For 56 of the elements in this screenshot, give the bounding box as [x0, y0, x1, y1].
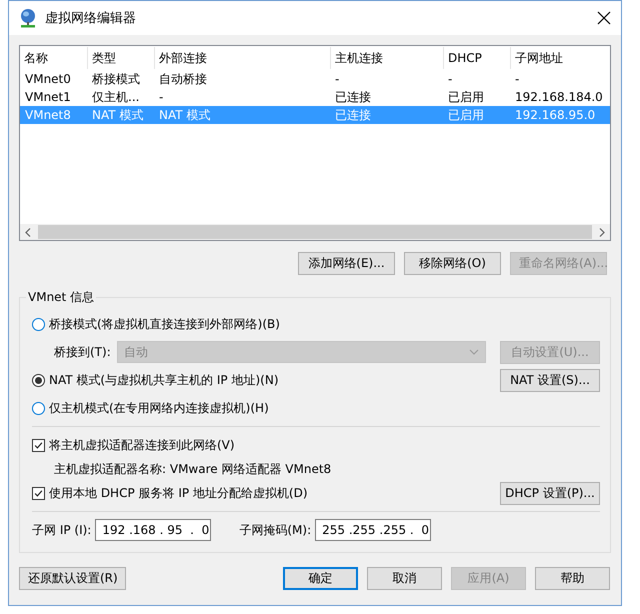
- table-cell-text: 桥接模式: [92, 70, 141, 88]
- table-cell-text: -: [159, 90, 164, 104]
- nat-settings-button[interactable]: NAT 设置(S)...: [500, 368, 600, 392]
- checkbox[interactable]: [32, 438, 45, 452]
- window-title: 虚拟网络编辑器: [45, 10, 137, 27]
- dialog-button[interactable]: 取消: [367, 567, 442, 590]
- table-cell-text: -: [335, 72, 340, 86]
- table-cell-text: 192.168.184.0: [515, 90, 604, 104]
- checkbox-label[interactable]: 使用本地 DHCP 服务将 IP 地址分配给虚拟机(D): [49, 484, 308, 502]
- checkbox[interactable]: [32, 486, 45, 500]
- table-cell-text: -: [448, 72, 454, 86]
- network-globe-icon: [19, 8, 37, 28]
- table-cell-text: 仅主机...: [92, 88, 140, 106]
- column-header[interactable]: 子网地址: [510, 47, 610, 69]
- table-cell-text: -: [515, 72, 520, 86]
- column-header[interactable]: DHCP: [443, 47, 515, 69]
- scroll-left-icon[interactable]: [25, 228, 31, 236]
- table-cell-text: NAT 模式: [92, 106, 144, 124]
- horizontal-scrollbar[interactable]: [20, 224, 610, 240]
- scroll-right-icon[interactable]: [599, 228, 605, 236]
- radio-button[interactable]: [32, 374, 45, 386]
- table-row[interactable]: VMnet1 仅主机... - 已连接 已启用 192.168.184.0: [20, 88, 610, 106]
- adapter-name-text: 主机虚拟适配器名称: VMware 网络适配器 VMnet8: [54, 460, 332, 478]
- dhcp-settings-button[interactable]: DHCP 设置(P)...: [500, 482, 600, 504]
- table-cell-text: 自动桥接: [159, 70, 208, 88]
- table-cell-text: 已连接: [335, 88, 372, 106]
- table-row[interactable]: VMnet0 桥接模式 自动桥接 - - -: [20, 70, 610, 88]
- ip-address-field[interactable]: 192 .168 . 95 . 0: [95, 519, 212, 541]
- column-header[interactable]: 类型: [87, 47, 159, 69]
- radio-label[interactable]: NAT 模式(与虚拟机共享主机的 IP 地址)(N): [49, 372, 279, 388]
- table-cell-text: 192.168.95.0: [515, 108, 596, 122]
- table-cell-text: 已启用: [448, 106, 485, 124]
- radio-label[interactable]: 桥接模式(将虚拟机直接连接到外部网络)(B): [49, 316, 280, 332]
- table-cell-text: 已启用: [448, 88, 485, 106]
- restore-defaults-button[interactable]: 还原默认设置(R): [19, 567, 126, 590]
- table-cell-text: VMnet8: [25, 108, 72, 122]
- dialog-button[interactable]: 确定: [283, 567, 358, 590]
- radio-button[interactable]: [32, 402, 45, 414]
- checkbox-label[interactable]: 将主机虚拟适配器连接到此网络(V): [49, 436, 235, 454]
- radio-label[interactable]: 仅主机模式(在专用网络内连接虚拟机)(H): [49, 400, 269, 416]
- table-cell-text: VMnet0: [25, 72, 72, 86]
- dialog-button[interactable]: 帮助: [535, 567, 610, 590]
- field-label: 子网掩码(M):: [239, 522, 312, 538]
- network-button[interactable]: 添加网络(E)...: [298, 252, 395, 275]
- field-label: 桥接到(T):: [54, 344, 111, 360]
- ip-address-field[interactable]: 255 .255 .255 . 0: [315, 519, 432, 541]
- table-cell-text: NAT 模式: [159, 106, 212, 124]
- network-button[interactable]: 移除网络(O): [404, 252, 501, 275]
- radio-button[interactable]: [32, 318, 45, 330]
- column-header[interactable]: 主机连接: [330, 47, 448, 69]
- close-icon[interactable]: [597, 11, 611, 25]
- column-header[interactable]: 外部连接: [154, 47, 335, 69]
- group-label: VMnet 信息: [27, 289, 96, 306]
- field-label: 子网 IP (I):: [32, 522, 92, 538]
- table-cell-text: VMnet1: [25, 90, 72, 104]
- table-cell-text: 已连接: [335, 106, 372, 124]
